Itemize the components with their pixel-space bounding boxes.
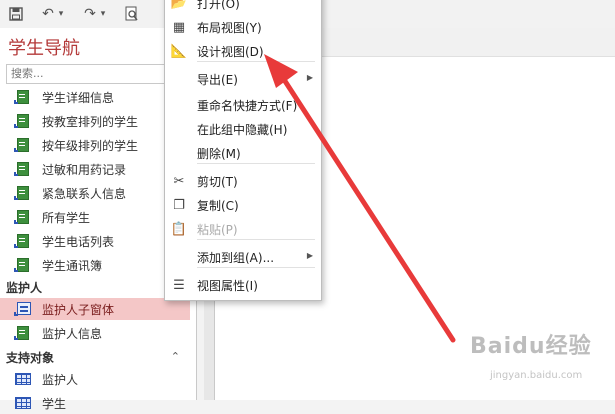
context-menu-label: 删除(M) [197,146,241,161]
table-icon [14,396,32,410]
context-menu-label: 视图属性(I) [197,278,258,293]
nav-group-title: 监护人 [6,280,43,295]
context-menu-item[interactable]: ☰ 视图属性(I) [165,273,321,297]
context-menu-label: 添加到组(A)... [197,250,275,265]
nav-item-label: 过敏和用药记录 [42,162,127,177]
properties-icon: ☰ [173,277,185,293]
report-icon [14,186,32,200]
menu-separator [197,163,315,164]
nav-item-label: 学生 [42,396,67,411]
layout-view-icon: ▦ [172,19,186,35]
context-menu-item[interactable]: 📐 设计视图(D) [165,39,321,63]
report-icon [14,234,32,248]
redo-dropdown-icon[interactable]: ▾ [98,4,108,24]
nav-item[interactable]: 所有学生 [0,206,190,228]
submenu-arrow-icon: ▶ [306,251,313,260]
table-icon [14,372,32,386]
nav-item-label: 学生电话列表 [42,234,115,249]
nav-item[interactable]: 过敏和用药记录 [0,158,190,180]
context-menu-item[interactable]: 删除(M) [165,141,321,165]
context-menu-label: 粘贴(P) [197,222,238,237]
undo-icon[interactable]: ↶ [38,4,58,24]
context-menu-item[interactable]: ✂ 剪切(T) [165,169,321,193]
nav-item-label: 学生通讯簿 [42,258,103,273]
menu-separator [197,61,315,62]
copy-icon: ❐ [173,197,185,213]
scissors-icon: ✂ [173,173,185,189]
context-menu-item[interactable]: 添加到组(A)... ▶ [165,245,321,269]
menu-separator [197,239,315,240]
menu-icon-placeholder [171,121,187,137]
nav-item[interactable]: 学生电话列表 [0,230,190,252]
nav-group-header[interactable]: 监护人 [6,277,190,297]
context-menu-label: 复制(C) [197,198,239,213]
context-menu-item[interactable]: ▦ 布局视图(Y) [165,15,321,39]
nav-item-label: 按年级排列的学生 [42,138,139,153]
context-menu-label: 布局视图(Y) [197,20,262,35]
print-preview-icon[interactable] [122,4,142,24]
report-icon [14,258,32,272]
menu-icon-placeholder [171,71,187,87]
design-view-icon: 📐 [170,43,188,59]
context-menu: 📂 打开(O) ▦ 布局视图(Y) 📐 设计视图(D) 导出(E) ▶ 重命名快捷方式(F) 在此… [164,0,322,301]
open-icon: 📂 [170,0,188,11]
nav-item[interactable]: 按年级排列的学生 [0,134,190,156]
report-icon [14,138,32,152]
nav-item-label: 监护人 [42,372,79,387]
context-menu-label: 剪切(T) [197,174,238,189]
context-menu-label: 在此组中隐藏(H) [197,122,288,137]
nav-item[interactable]: 监护人子窗体 [0,298,190,320]
menu-icon-placeholder [171,97,187,113]
nav-pane-title[interactable]: 学生导航 [8,34,80,60]
nav-item[interactable]: 紧急联系人信息 [0,182,190,204]
context-menu-item[interactable]: 在此组中隐藏(H) [165,117,321,141]
context-menu-item[interactable]: 📂 打开(O) [165,0,321,15]
save-icon[interactable] [6,4,26,24]
report-icon [14,162,32,176]
context-menu-label: 导出(E) [197,72,238,87]
watermark-url: jingyan.baidu.com [490,370,583,381]
context-menu-label: 打开(O) [197,0,240,11]
nav-item[interactable]: 学生通讯簿 [0,254,190,276]
nav-search-input[interactable] [7,65,165,81]
nav-item-label: 所有学生 [42,210,91,225]
nav-item[interactable]: 监护人信息 [0,322,190,344]
nav-item-label: 监护人信息 [42,326,103,341]
nav-item[interactable]: 按教室排列的学生 [0,110,190,132]
menu-separator [197,267,315,268]
nav-group-header[interactable]: 支持对象 ⌃ [6,347,190,367]
menu-icon-placeholder [171,145,187,161]
report-icon [14,210,32,224]
nav-item[interactable]: 监护人 [0,368,190,390]
nav-group-title: 支持对象 [6,350,55,365]
report-icon [14,114,32,128]
context-menu-item[interactable]: 重命名快捷方式(F) [165,93,321,117]
nav-item-label: 学生详细信息 [42,90,115,105]
report-icon [14,326,32,340]
nav-item[interactable]: 学生 [0,392,190,414]
undo-dropdown-icon[interactable]: ▾ [56,4,66,24]
report-icon [14,90,32,104]
collapse-group-icon[interactable]: ⌃ [171,350,180,363]
context-menu-label: 重命名快捷方式(F) [197,98,298,113]
context-menu-label: 设计视图(D) [197,44,264,59]
context-menu-item[interactable]: 导出(E) ▶ [165,67,321,91]
nav-item-label: 按教室排列的学生 [42,114,139,129]
redo-icon[interactable]: ↷ [80,4,100,24]
nav-item-label: 监护人子窗体 [42,302,115,317]
paste-icon: 📋 [170,221,188,237]
watermark: Baidu经验 [470,334,592,359]
menu-icon-placeholder [171,249,187,265]
submenu-arrow-icon: ▶ [306,73,313,82]
nav-search-box[interactable]: ⚲ [6,64,186,84]
context-menu-item[interactable]: ❐ 复制(C) [165,193,321,217]
nav-item-label: 紧急联系人信息 [42,186,127,201]
form-icon [14,302,32,316]
context-menu-item: 📋 粘贴(P) [165,217,321,241]
nav-item[interactable]: 学生详细信息 [0,86,190,108]
